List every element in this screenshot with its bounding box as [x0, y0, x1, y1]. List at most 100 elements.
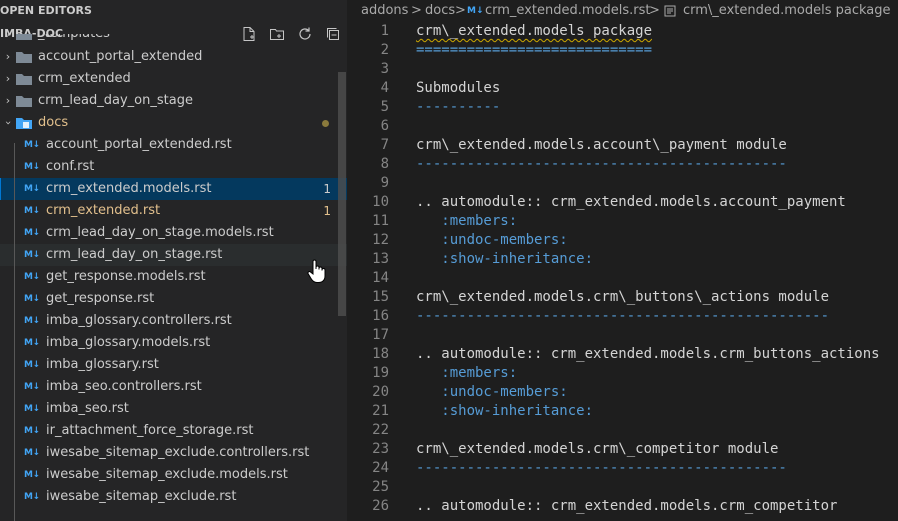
tree-file-selected[interactable]: M↓ crm_extended.models.rst 1	[0, 178, 347, 200]
line-number: 19	[372, 365, 389, 381]
tree-item-label: iwesabe_sitemap_exclude.controllers.rst	[46, 445, 310, 460]
line-text: :members:	[416, 213, 518, 229]
line-text: ----------------------------------------…	[416, 156, 787, 172]
open-editors-header[interactable]: OPEN EDITORS	[0, 0, 92, 22]
markdown-icon: M↓	[24, 294, 40, 304]
tree-file[interactable]: M↓ iwesabe_sitemap_exclude.rst	[0, 486, 347, 508]
folder-icon	[16, 34, 32, 40]
modified-dot	[322, 120, 329, 127]
breadcrumb-item-file[interactable]: crm_extended.models.rst	[485, 0, 650, 22]
tree-file[interactable]: M↓ ir_attachment_force_storage.rst	[0, 420, 347, 442]
tree-item-label: docs	[38, 115, 69, 130]
tree-file[interactable]: M↓ iwesabe_sitemap_exclude.controllers.rs…	[0, 442, 347, 464]
breadcrumb-item-docs[interactable]: docs	[425, 0, 455, 22]
line-number: 2	[380, 42, 389, 58]
breadcrumb-separator: >	[411, 3, 422, 18]
tree-item-label: iwesabe_sitemap_exclude.models.rst	[46, 467, 288, 482]
problem-count-badge: 1	[323, 204, 331, 218]
markdown-icon: M↓	[24, 140, 40, 150]
tree-item-label: imba_seo.rst	[46, 401, 129, 416]
tree-folder-crm-extended[interactable]: › crm_extended	[0, 68, 347, 90]
tree-file[interactable]: M↓ conf.rst	[0, 156, 347, 178]
tree-file-modified[interactable]: M↓ crm_extended.rst 1	[0, 200, 347, 222]
line-number: 9	[380, 175, 389, 191]
tree-file[interactable]: M↓ imba_glossary.rst	[0, 354, 347, 376]
line-number: 6	[380, 118, 389, 134]
tree-item-label: get_response.rst	[46, 291, 155, 306]
markdown-icon: M↓	[24, 470, 40, 480]
line-number: 26	[372, 498, 389, 514]
tree-file[interactable]: M↓ imba_glossary.controllers.rst	[0, 310, 347, 332]
breadcrumb-item-symbol[interactable]: crm\_extended.models package	[683, 0, 891, 22]
explorer-sidebar: OPEN EDITORS IMBA-DOC › _templates › acc…	[0, 0, 347, 521]
line-text: ----------------------------------------…	[416, 308, 830, 324]
breadcrumb-separator: >	[455, 3, 466, 18]
tree-file[interactable]: M↓ imba_glossary.models.rst	[0, 332, 347, 354]
line-number: 7	[380, 137, 389, 153]
code-line: 1 crm\_extended.models package	[347, 22, 898, 41]
line-number: 11	[372, 213, 389, 229]
line-text: :undoc-members:	[416, 384, 568, 400]
tree-file[interactable]: M↓ get_response.rst	[0, 288, 347, 310]
line-number: 4	[380, 80, 389, 96]
code-line: 6	[347, 117, 898, 136]
line-number: 3	[380, 61, 389, 77]
tree-file-hovered[interactable]: M↓ crm_lead_day_on_stage.rst	[0, 244, 347, 266]
code-line: 19 :members:	[347, 364, 898, 383]
code-line: 17	[347, 326, 898, 345]
tree-file[interactable]: M↓ account_portal_extended.rst	[0, 134, 347, 156]
sidebar-scrollbar-thumb[interactable]	[338, 72, 346, 316]
line-text: ----------------------------------------…	[416, 460, 787, 476]
tree-item-label: crm_lead_day_on_stage.rst	[46, 247, 223, 262]
markdown-icon: M↓	[24, 250, 40, 260]
tree-item-label: get_response.models.rst	[46, 269, 206, 284]
code-line: 3	[347, 60, 898, 79]
line-text: ----------	[416, 99, 501, 115]
code-line: 20 :undoc-members:	[347, 383, 898, 402]
tree-item-label: imba_glossary.models.rst	[46, 335, 211, 350]
tree-folder-templates[interactable]: › _templates	[0, 34, 347, 46]
markdown-icon: M↓	[24, 316, 40, 326]
markdown-icon: M↓	[24, 360, 40, 370]
tree-folder-docs[interactable]: › docs	[0, 112, 347, 134]
line-text: .. automodule:: crm_extended.models.crm_…	[416, 498, 838, 514]
docs-folder-icon	[16, 118, 32, 129]
tree-file[interactable]: M↓ crm_lead_day_on_stage.models.rst	[0, 222, 347, 244]
chevron-right-icon: ›	[5, 94, 11, 107]
line-text: :members:	[416, 365, 518, 381]
folder-icon	[16, 74, 32, 85]
code-line: 15 crm\_extended.models.crm\_buttons\_act…	[347, 288, 898, 307]
line-text: .. automodule:: crm_extended.models.acco…	[416, 194, 846, 210]
tree-file[interactable]: M↓ imba_seo.controllers.rst	[0, 376, 347, 398]
indent-guide	[14, 143, 15, 521]
tree-file[interactable]: M↓ get_response.models.rst	[0, 266, 347, 288]
tree-file[interactable]: M↓ iwesabe_sitemap_exclude.models.rst	[0, 464, 347, 486]
tree-folder-crm-lead-day-on-stage[interactable]: › crm_lead_day_on_stage	[0, 90, 347, 112]
markdown-icon: M↓	[24, 272, 40, 282]
line-text: .. automodule:: crm_extended.models.crm_…	[416, 346, 880, 362]
tree-item-label: account_portal_extended	[38, 49, 203, 64]
line-number: 23	[372, 441, 389, 457]
tree-file[interactable]: M↓ imba_seo.rst	[0, 398, 347, 420]
line-number: 17	[372, 327, 389, 343]
code-line: 22	[347, 421, 898, 440]
chevron-right-icon: ›	[5, 72, 11, 85]
code-area[interactable]: 1 crm\_extended.models package 2 =========…	[347, 22, 898, 516]
file-tree: › _templates › account_portal_extended ›…	[0, 34, 347, 508]
markdown-icon: M↓	[24, 448, 40, 458]
hand-cursor-icon	[307, 259, 326, 283]
line-number: 22	[372, 422, 389, 438]
line-text: crm\_extended.models.crm\_competitor mod…	[416, 441, 779, 457]
line-number: 15	[372, 289, 389, 305]
markdown-icon: M↓	[24, 228, 40, 238]
breadcrumb-item-addons[interactable]: addons	[361, 0, 408, 22]
code-line: 23 crm\_extended.models.crm\_competitor m…	[347, 440, 898, 459]
code-line: 10 .. automodule:: crm_extended.models.ac…	[347, 193, 898, 212]
tree-item-label: _templates	[38, 34, 110, 45]
problem-count-badge: 1	[323, 182, 331, 196]
line-text: :show-inheritance:	[416, 251, 594, 267]
tree-folder-account-portal-extended[interactable]: › account_portal_extended	[0, 46, 347, 68]
code-line: 12 :undoc-members:	[347, 231, 898, 250]
tree-item-label: crm_extended.rst	[46, 203, 161, 218]
editor[interactable]: addons > docs > M↓ crm_extended.models.r…	[347, 0, 898, 521]
